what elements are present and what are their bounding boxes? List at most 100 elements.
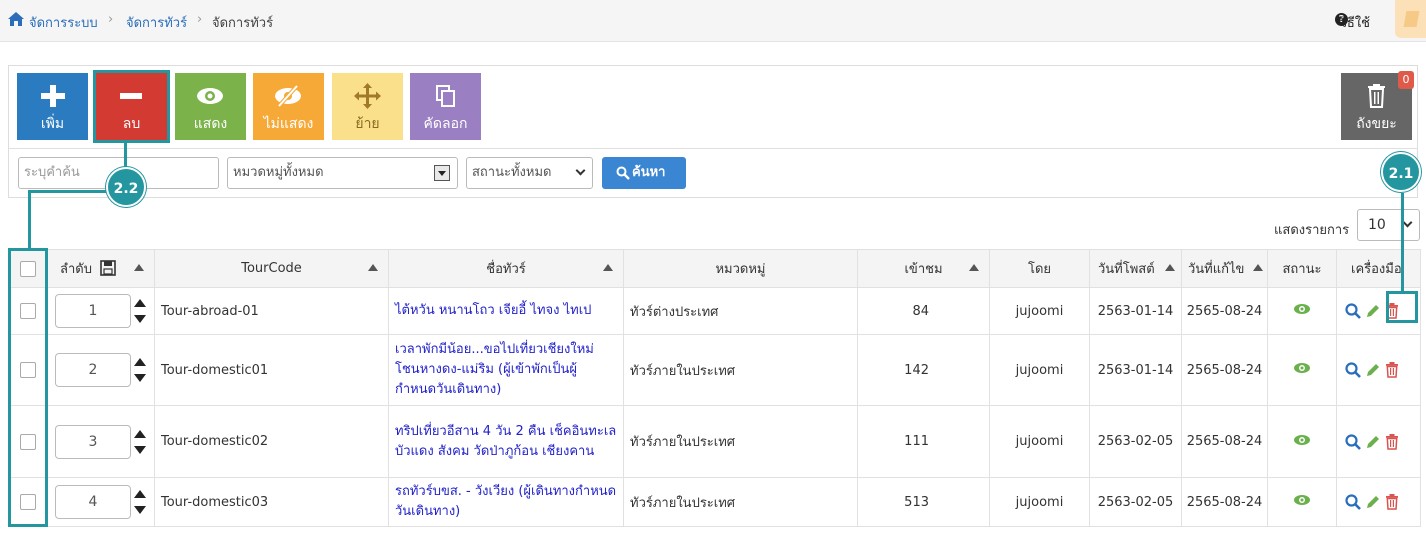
category-cell: ทัวร์ภายในประเทศ — [623, 405, 858, 478]
order-input[interactable]: 2 — [55, 353, 131, 387]
save-icon[interactable] — [100, 260, 116, 276]
category-cell: ทัวร์ต่างประเทศ — [623, 287, 858, 335]
show-button[interactable]: แสดง — [175, 73, 246, 140]
category-select[interactable]: หมวดหมู่ทั้งหมด — [227, 157, 458, 189]
header-tools-label: เครื่องมือ — [1351, 262, 1402, 277]
header-tourcode-label: TourCode — [241, 261, 302, 276]
table-row[interactable]: 4 Tour-domestic03 รถทัวร์บขส. - วังเวียง… — [8, 477, 1421, 527]
search-icon[interactable] — [1345, 433, 1361, 450]
dropdown-arrow-icon — [434, 165, 450, 181]
trash-button-label: ถังขยะ — [1356, 116, 1397, 132]
header-status: สถานะ — [1267, 249, 1337, 288]
trash-count-badge: 0 — [1398, 71, 1414, 89]
search-button[interactable]: ค้นหา — [602, 157, 686, 189]
chevron-down-icon — [1402, 217, 1413, 228]
order-input[interactable]: 1 — [55, 294, 131, 328]
order-stepper-icon[interactable] — [134, 427, 146, 457]
delete-trash-icon[interactable] — [1385, 362, 1399, 378]
order-input[interactable]: 4 — [55, 485, 131, 519]
delete-trash-icon[interactable] — [1385, 433, 1399, 450]
pagesize-select[interactable]: 10 — [1357, 209, 1420, 241]
sort-asc-icon[interactable] — [368, 264, 378, 271]
copy-button[interactable]: คัดลอก — [410, 73, 481, 140]
header-tourcode[interactable]: TourCode — [154, 249, 389, 288]
header-edited[interactable]: วันที่แก้ไข — [1181, 249, 1268, 288]
breadcrumb-item-tours[interactable]: จัดการทัวร์ — [126, 12, 187, 33]
help-link[interactable]: วิธีใช้ — [1340, 12, 1370, 33]
delete-button-label: ลบ — [122, 116, 141, 132]
move-button-label: ย้าย — [355, 116, 380, 132]
pagesize-label: แสดงรายการ — [1274, 223, 1350, 238]
tour-name-link[interactable]: เวลาพักมีน้อย...ขอไปเที่ยวเชียงใหม่ โชนห… — [388, 334, 624, 406]
header-order[interactable]: ลำดับ — [47, 249, 155, 288]
header-name[interactable]: ชื่อทัวร์ — [388, 249, 624, 288]
views-cell: 111 — [857, 405, 990, 478]
hide-button[interactable]: ไม่แสดง — [253, 73, 324, 140]
sort-asc-icon[interactable] — [1165, 264, 1175, 271]
tour-table: ลำดับ TourCode ชื่อทัวร์ หมวดหมู่ เข้าชม… — [8, 249, 1421, 527]
tourcode-cell: Tour-domestic02 — [154, 405, 389, 478]
views-cell: 513 — [857, 477, 990, 527]
delete-button[interactable]: ลบ — [93, 70, 170, 143]
order-input[interactable]: 3 — [55, 424, 131, 459]
order-stepper-icon[interactable] — [134, 355, 146, 385]
copy-icon — [436, 85, 455, 107]
edited-date-cell: 2565-08-24 — [1181, 287, 1268, 335]
hide-button-label: ไม่แสดง — [263, 116, 314, 132]
tour-name-link[interactable]: ไต้หวัน หนานโถว เจียอี้ ไทจง ไทเป — [388, 287, 624, 335]
tour-name-link[interactable]: ทริปเที่ยวอีสาน 4 วัน 2 คืน เช็คอินทะเลบ… — [388, 405, 624, 478]
edited-date-cell: 2565-08-24 — [1181, 405, 1268, 478]
header-posted[interactable]: วันที่โพสต์ — [1089, 249, 1182, 288]
sort-asc-icon[interactable] — [134, 264, 144, 271]
add-button-label: เพิ่ม — [40, 116, 65, 132]
eye-icon — [197, 88, 223, 104]
tourcode-cell: Tour-domestic01 — [154, 334, 389, 406]
search-button-label: ค้นหา — [632, 165, 666, 180]
edit-pencil-icon[interactable] — [1365, 303, 1381, 319]
edited-date-cell: 2565-08-24 — [1181, 334, 1268, 406]
by-cell: jujoomi — [989, 405, 1090, 478]
eye-icon[interactable] — [1293, 362, 1311, 374]
search-icon[interactable] — [1345, 303, 1361, 319]
table-row[interactable]: 3 Tour-domestic02 ทริปเที่ยวอีสาน 4 วัน … — [8, 405, 1421, 478]
callout-connector — [1401, 193, 1404, 291]
edited-date-cell: 2565-08-24 — [1181, 477, 1268, 527]
search-icon — [616, 166, 630, 180]
posted-date-cell: 2563-01-14 — [1089, 287, 1182, 335]
toolbar-divider — [8, 148, 1418, 149]
edit-pencil-icon[interactable] — [1365, 434, 1381, 450]
callout-connector — [28, 191, 31, 248]
sort-asc-icon[interactable] — [603, 264, 613, 271]
order-stepper-icon[interactable] — [134, 487, 146, 517]
delete-trash-icon[interactable] — [1385, 494, 1399, 510]
header-posted-label: วันที่โพสต์ — [1098, 262, 1155, 277]
eye-icon[interactable] — [1293, 494, 1311, 506]
eye-icon[interactable] — [1293, 303, 1311, 315]
header-views[interactable]: เข้าชม — [857, 249, 990, 288]
edit-pencil-icon[interactable] — [1365, 362, 1381, 378]
tour-name-link[interactable]: รถทัวร์บขส. - วังเวียง (ผู้เดินทางกำหนดว… — [388, 477, 624, 527]
add-button[interactable]: เพิ่ม — [17, 73, 88, 140]
breadcrumb-bar: จัดการระบบ › จัดการทัวร์ › จัดการทัวร์ ?… — [0, 0, 1426, 42]
callout-connector — [28, 190, 110, 193]
breadcrumb-item-system[interactable]: จัดการระบบ — [29, 12, 98, 33]
search-icon[interactable] — [1345, 494, 1361, 510]
breadcrumb-item-current: จัดการทัวร์ — [212, 16, 274, 31]
sort-asc-icon[interactable] — [1253, 264, 1263, 271]
search-icon[interactable] — [1345, 362, 1361, 378]
sort-asc-icon[interactable] — [969, 264, 979, 271]
eye-slash-icon — [275, 84, 301, 108]
table-row[interactable]: 2 Tour-domestic01 เวลาพักมีน้อย...ขอไปเท… — [8, 334, 1421, 406]
status-select[interactable]: สถานะทั้งหมด — [466, 157, 593, 189]
order-stepper-icon[interactable] — [134, 296, 146, 326]
category-cell: ทัวร์ภายในประเทศ — [623, 334, 858, 406]
move-button[interactable]: ย้าย — [332, 73, 403, 140]
edit-icon[interactable] — [1395, 0, 1426, 38]
home-icon[interactable] — [7, 11, 25, 27]
copy-button-label: คัดลอก — [423, 116, 468, 132]
edit-pencil-icon[interactable] — [1365, 494, 1381, 510]
category-select-value: หมวดหมู่ทั้งหมด — [233, 165, 324, 180]
table-row[interactable]: 1 Tour-abroad-01 ไต้หวัน หนานโถว เจียอี้… — [8, 287, 1421, 335]
eye-icon[interactable] — [1293, 434, 1311, 446]
header-by-label: โดย — [1027, 262, 1052, 277]
